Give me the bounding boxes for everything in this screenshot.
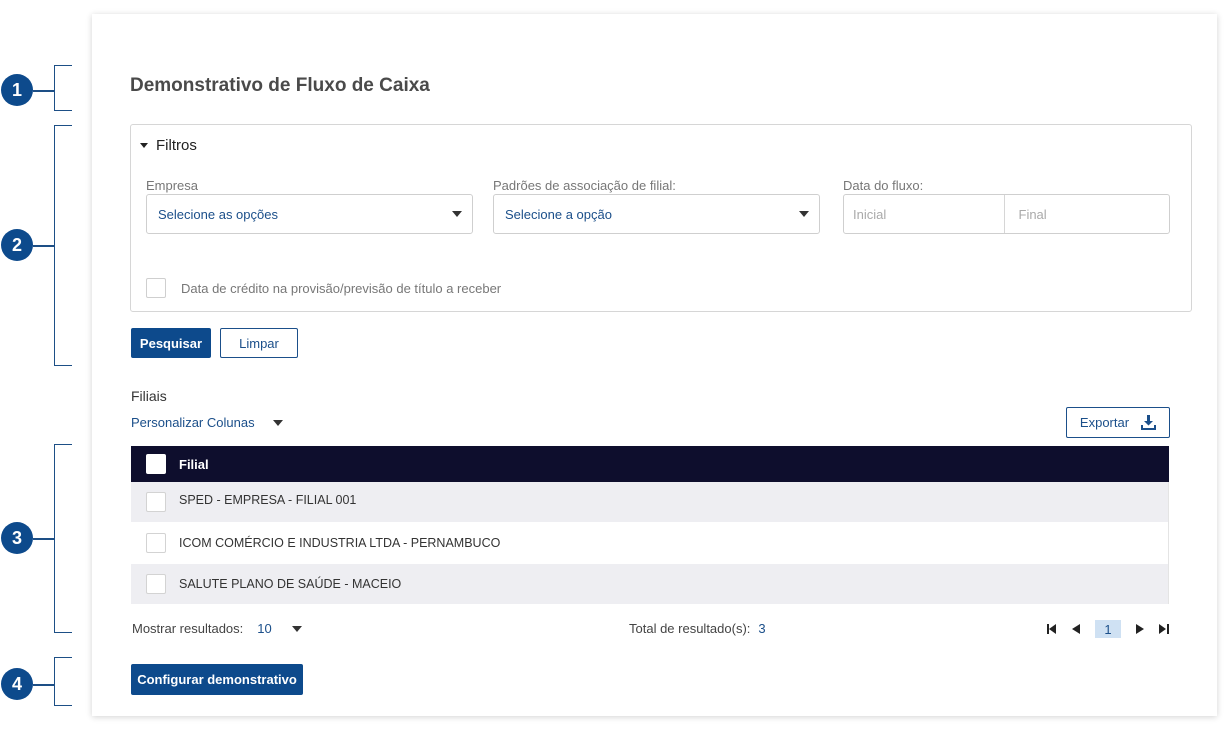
filiais-table: Filial SPED - EMPRESA - FILIAL 001 ICOM … [131, 446, 1169, 604]
callout-4-line [33, 684, 54, 686]
table-row[interactable]: SPED - EMPRESA - FILIAL 001 [131, 482, 1169, 522]
last-page-icon[interactable] [1159, 624, 1169, 634]
row-checkbox[interactable] [146, 492, 166, 512]
total-results-label: Total de resultado(s): [629, 621, 751, 636]
filiais-label: Filiais [131, 388, 167, 404]
padroes-select[interactable]: Selecione a opção [493, 194, 820, 234]
data-inicial-input[interactable]: Inicial [844, 195, 1004, 233]
row-filial-name: SALUTE PLANO DE SAÚDE - MACEIO [179, 577, 402, 591]
filters-toggle[interactable]: Filtros [140, 137, 197, 154]
callout-1-line [33, 90, 54, 92]
chevron-down-icon [272, 419, 283, 426]
row-checkbox[interactable] [146, 533, 166, 553]
padroes-label: Padrões de associação de filial: [493, 178, 676, 193]
column-header-filial[interactable]: Filial [179, 457, 209, 472]
row-filial-name: ICOM COMÉRCIO E INDUSTRIA LTDA - PERNAMB… [179, 536, 501, 550]
export-label: Exportar [1079, 415, 1130, 430]
row-checkbox[interactable] [146, 574, 166, 594]
callout-2: 2 [1, 229, 33, 261]
callout-2-line [33, 245, 54, 247]
page-size-control: Mostrar resultados: 10 [132, 621, 302, 636]
callout-4: 4 [1, 668, 33, 700]
data-fluxo-label: Data do fluxo: [843, 178, 924, 193]
table-row[interactable]: ICOM COMÉRCIO E INDUSTRIA LTDA - PERNAMB… [131, 522, 1169, 564]
report-card: Demonstrativo de Fluxo de Caixa Filtros … [92, 14, 1217, 716]
first-page-icon[interactable] [1047, 624, 1057, 634]
page-title: Demonstrativo de Fluxo de Caixa [130, 75, 430, 96]
callout-1-bracket [54, 65, 72, 111]
previous-page-icon[interactable] [1071, 624, 1081, 634]
empresa-select-value: Selecione as opções [158, 206, 278, 222]
current-page[interactable]: 1 [1095, 620, 1121, 638]
callout-3: 3 [1, 522, 33, 554]
export-button[interactable]: Exportar [1066, 407, 1170, 438]
configure-report-button[interactable]: Configurar demonstrativo [131, 664, 303, 695]
data-fluxo-range: Inicial Final [843, 194, 1170, 234]
chevron-down-icon [452, 211, 462, 217]
credit-date-checkbox[interactable] [146, 278, 166, 298]
filters-panel: Filtros Empresa Selecione as opções Padr… [130, 124, 1192, 312]
download-icon [1141, 415, 1157, 430]
row-filial-name: SPED - EMPRESA - FILIAL 001 [179, 493, 357, 507]
table-row[interactable]: SALUTE PLANO DE SAÚDE - MACEIO [131, 564, 1169, 604]
table-header: Filial [131, 446, 1169, 482]
credit-date-label: Data de crédito na provisão/previsão de … [181, 281, 502, 296]
empresa-select[interactable]: Selecione as opções [146, 194, 473, 234]
empresa-label: Empresa [146, 178, 199, 193]
search-button[interactable]: Pesquisar [131, 328, 211, 358]
callout-4-bracket [54, 657, 72, 706]
total-results-count: 3 [758, 621, 766, 636]
customize-columns-label: Personalizar Colunas [131, 415, 255, 430]
callout-3-bracket [54, 444, 72, 633]
callout-1: 1 [1, 74, 33, 106]
callout-3-line [33, 538, 54, 540]
customize-columns-dropdown[interactable]: Personalizar Colunas [131, 415, 283, 430]
chevron-down-icon [799, 211, 809, 217]
caret-down-icon [140, 143, 148, 148]
total-results: Total de resultado(s): 3 [629, 621, 766, 636]
data-final-input[interactable]: Final [1003, 195, 1170, 233]
padroes-select-value: Selecione a opção [505, 206, 612, 222]
filters-title: Filtros [156, 137, 197, 154]
next-page-icon[interactable] [1135, 624, 1145, 634]
clear-button[interactable]: Limpar [220, 328, 298, 358]
show-results-label: Mostrar resultados: [132, 621, 244, 636]
chevron-down-icon[interactable] [291, 625, 302, 632]
pagination: 1 [1047, 620, 1169, 638]
select-all-checkbox[interactable] [146, 454, 166, 474]
callout-2-bracket [54, 125, 72, 366]
page-size-select[interactable]: 10 [257, 621, 271, 636]
